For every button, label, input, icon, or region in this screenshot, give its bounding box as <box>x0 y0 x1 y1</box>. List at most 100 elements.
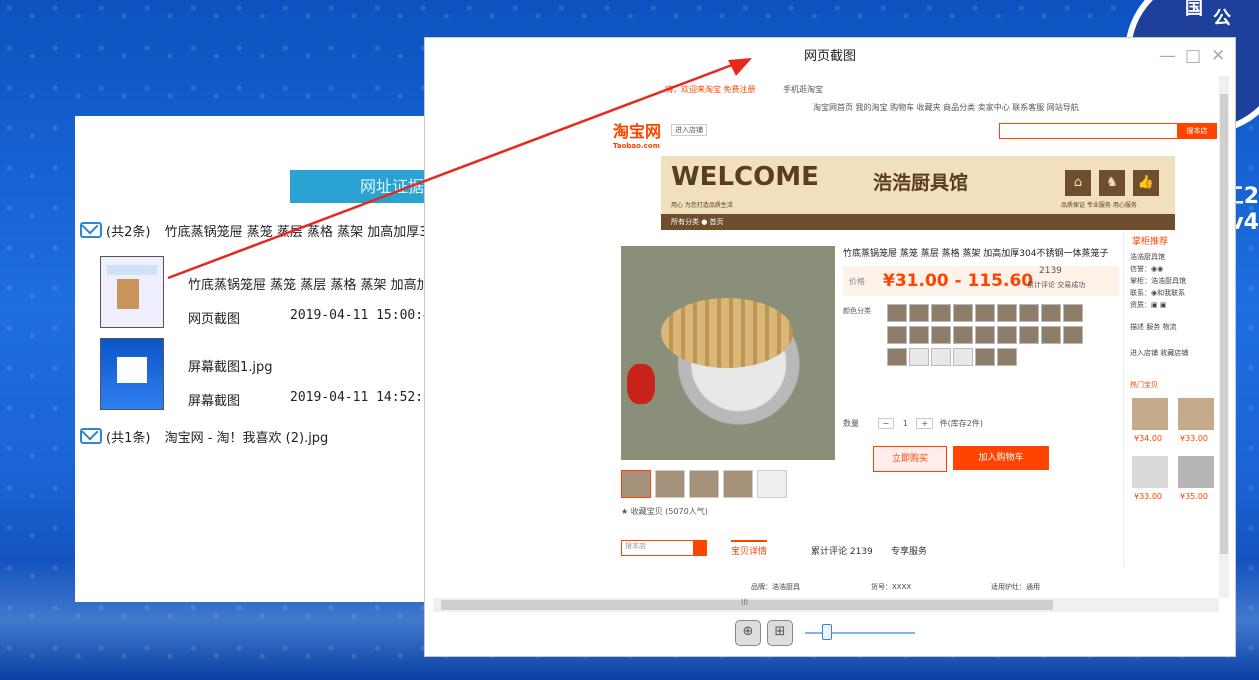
horizontal-scrollbar[interactable]: III <box>433 598 1219 612</box>
spec-swatch[interactable] <box>975 304 995 322</box>
hot-item-image[interactable] <box>1178 456 1214 488</box>
tab-details[interactable]: 宝贝详情 <box>731 540 768 557</box>
tab-services[interactable]: 专享服务 <box>891 544 927 557</box>
spec-swatch[interactable] <box>1019 304 1039 322</box>
sidebar-header: 掌柜推荐 <box>1132 237 1169 247</box>
spec-swatch[interactable] <box>997 304 1017 322</box>
spec-swatch[interactable] <box>931 348 951 366</box>
enter-shop-button[interactable]: 进入店铺 <box>671 124 707 136</box>
spec-item: 品牌：浩浩厨具 <box>751 583 800 591</box>
sales-count: 2139 <box>1039 266 1062 276</box>
close-button[interactable]: ✕ <box>1211 46 1225 66</box>
product-price: ¥31.00 - 115.60 <box>883 271 1034 291</box>
seal-char: 公 <box>1213 8 1231 29</box>
spec-swatch[interactable] <box>887 304 907 322</box>
spec-swatch[interactable] <box>909 304 929 322</box>
item-time: 2019-04-11 14:52:04 <box>290 390 439 405</box>
shop-sidebar: 掌柜推荐 浩浩厨具馆 信誉：◉◉ 掌柜：浩浩厨具馆 联系：◉和我联系 资质：▣ … <box>1123 230 1219 566</box>
spec-item: 货号：XXXX <box>871 583 912 591</box>
item-type: 网页截图 <box>188 312 241 327</box>
favorite-link[interactable]: ★ 收藏宝贝 (5070人气) <box>621 506 708 517</box>
product-thumbnail[interactable] <box>689 470 719 498</box>
shop-banner: WELCOME 浩浩厨具馆 用心 为您打造品质生活 ⌂ ♞ 👍 品质保证 专业服… <box>661 156 1175 214</box>
hot-item-image[interactable] <box>1178 398 1214 430</box>
zoom-slider-knob[interactable] <box>821 624 832 640</box>
topbar-mobile: 手机逛淘宝 <box>783 85 823 94</box>
spec-swatch[interactable] <box>975 326 995 344</box>
sidebar-line: 浩浩厨具馆 <box>1130 253 1165 261</box>
zoom-in-button[interactable]: ⊕ <box>735 620 761 646</box>
hot-item-image[interactable] <box>1132 456 1168 488</box>
window-title: 网页截图 <box>803 49 856 64</box>
screenshot-canvas[interactable]: 嗨，欢迎来淘宝 免费注册 手机逛淘宝 淘宝网首页 我的淘宝 购物车 收藏夹 商品… <box>433 76 1219 596</box>
spec-swatch[interactable] <box>887 348 907 366</box>
spec-swatch[interactable] <box>1041 304 1061 322</box>
tab-reviews[interactable]: 累计评论 2139 <box>811 544 873 557</box>
spec-swatch[interactable] <box>953 304 973 322</box>
banner-captions: 品质保证 专业服务 用心服务 <box>1061 202 1137 209</box>
sidebar-buttons[interactable]: 进入店铺 收藏店铺 <box>1130 348 1188 358</box>
spec-swatch[interactable] <box>1041 326 1061 344</box>
product-thumbnail[interactable] <box>757 470 787 498</box>
logo-subtext: Taobao.com <box>613 142 660 150</box>
screenshot-thumbnail[interactable] <box>100 338 164 410</box>
price-box: 价格 ¥31.00 - 115.60 2139 累计评论 交易成功 <box>843 266 1119 296</box>
product-thumbnail[interactable] <box>621 470 651 498</box>
spec-swatch[interactable] <box>931 304 951 322</box>
quantity-row: 数量 − 1 + 件(库存2件) <box>843 418 983 429</box>
envelope-icon <box>80 222 102 238</box>
spec-swatch[interactable] <box>909 326 929 344</box>
taobao-topbar: 嗨，欢迎来淘宝 免费注册 手机逛淘宝 淘宝网首页 我的淘宝 购物车 收藏夹 商品… <box>433 76 1219 116</box>
item-name: 屏幕截图1.jpg <box>188 360 273 375</box>
hot-item-image[interactable] <box>1132 398 1168 430</box>
hot-item-price: ¥33.00 <box>1180 434 1208 443</box>
spec-swatch[interactable] <box>975 348 995 366</box>
quantity-minus[interactable]: − <box>877 418 895 429</box>
quantity-stock: 件(库存2件) <box>939 419 984 428</box>
seal-char: 国 <box>1185 0 1203 19</box>
item-type: 屏幕截图 <box>188 394 241 409</box>
badge-icon: ♞ <box>1099 170 1125 196</box>
spec-item: 适用炉灶：通用 <box>991 583 1040 591</box>
add-to-cart-button[interactable]: 加入购物车 <box>953 446 1049 470</box>
hot-item-price: ¥33.00 <box>1134 492 1162 501</box>
sidebar-line: 掌柜：浩浩厨具馆 <box>1130 277 1186 285</box>
webpage-thumbnail[interactable] <box>100 256 164 328</box>
product-title: 竹底蒸锅笼屉 蒸笼 蒸层 蒸格 蒸架 加高加厚304不锈钢一体蒸笼子 <box>843 249 1109 259</box>
spec-swatch[interactable] <box>931 326 951 344</box>
evidence-group[interactable]: (共1条) 淘宝网 - 淘！我喜欢 (2).jpg <box>80 427 328 446</box>
quantity-value[interactable]: 1 <box>903 419 908 428</box>
spec-swatch[interactable] <box>1019 326 1039 344</box>
group-count: (共2条) <box>106 225 151 240</box>
taobao-header: 淘宝网 Taobao.com 进入店铺 搜本店 <box>613 118 1219 154</box>
item-time: 2019-04-11 15:00:46 <box>290 308 439 323</box>
minimize-button[interactable]: — <box>1159 46 1176 66</box>
screenshot-viewer-window: 网页截图 — □ ✕ 嗨，欢迎来淘宝 免费注册 手机逛淘宝 淘宝网首页 我的淘宝… <box>425 38 1235 656</box>
fit-to-window-button[interactable]: ⊞ <box>767 620 793 646</box>
logo-text: 淘宝网 <box>613 122 662 141</box>
spec-swatch[interactable] <box>887 326 907 344</box>
vertical-scroll-thumb[interactable] <box>1220 94 1228 554</box>
url-evidence-button[interactable]: 网址证据 <box>290 170 440 203</box>
search-shop-button[interactable]: 搜本店 <box>1177 123 1217 139</box>
spec-swatch[interactable] <box>1063 304 1083 322</box>
vertical-scrollbar[interactable] <box>1219 76 1229 598</box>
spec-swatch[interactable] <box>953 326 973 344</box>
sidebar-line: 资质：▣ ▣ <box>1130 301 1167 309</box>
quantity-plus[interactable]: + <box>916 418 934 429</box>
home-icon: ⌂ <box>1065 170 1091 196</box>
spec-swatch[interactable] <box>997 348 1017 366</box>
product-thumbnail[interactable] <box>655 470 685 498</box>
spec-swatch[interactable] <box>909 348 929 366</box>
spec-swatch[interactable] <box>997 326 1017 344</box>
spec-swatch[interactable] <box>1063 326 1083 344</box>
detail-tabs: 搜本店 宝贝详情 累计评论 2139 专享服务 品牌：浩浩厨具 货号：XXXX … <box>621 534 1121 596</box>
search-input[interactable] <box>999 123 1179 139</box>
buy-now-button[interactable]: 立即购买 <box>873 446 947 472</box>
product-thumbnail[interactable] <box>723 470 753 498</box>
thumbs-up-icon: 👍 <box>1133 170 1159 196</box>
maximize-button[interactable]: □ <box>1185 46 1201 66</box>
search-icon[interactable] <box>693 540 707 556</box>
hot-item-price: ¥34.00 <box>1134 434 1162 443</box>
spec-swatch[interactable] <box>953 348 973 366</box>
